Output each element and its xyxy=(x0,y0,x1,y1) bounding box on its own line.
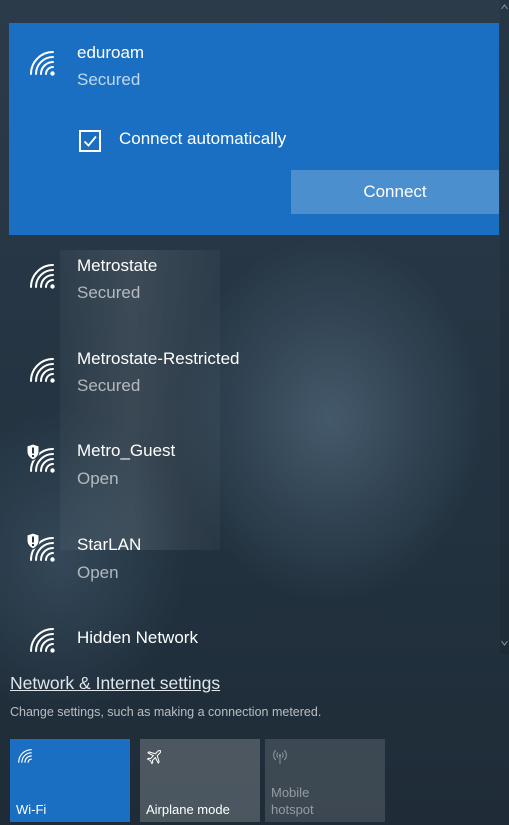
network-status: Secured xyxy=(77,376,141,395)
network-status: Open xyxy=(77,469,119,488)
connect-automatically-label[interactable]: Connect automatically xyxy=(119,129,286,149)
tile-label: Wi-Fi xyxy=(16,802,47,817)
connect-automatically-checkbox[interactable] xyxy=(79,130,101,152)
network-name: Metrostate xyxy=(77,256,158,275)
wifi-icon xyxy=(16,747,34,770)
tile-label: Mobile hotspot xyxy=(271,784,314,818)
scroll-up-arrow-icon[interactable] xyxy=(501,4,508,10)
network-status: Secured xyxy=(77,70,141,89)
network-status: Open xyxy=(77,563,119,582)
hotspot-icon xyxy=(271,747,289,770)
mobile-hotspot-tile[interactable]: Mobile hotspot xyxy=(265,739,385,822)
network-name: Hidden Network xyxy=(77,628,198,647)
connect-button[interactable]: Connect xyxy=(291,170,499,214)
airplane-icon xyxy=(146,747,164,770)
network-status: Secured xyxy=(77,283,141,302)
network-internet-settings-link[interactable]: Network & Internet settings xyxy=(10,673,220,694)
network-name: Metrostate-Restricted xyxy=(77,349,240,368)
network-item-eduroam[interactable]: eduroam Secured Connect automatically Co… xyxy=(9,23,499,235)
network-flyout: eduroam Secured Connect automatically Co… xyxy=(0,0,509,825)
network-name: Metro_Guest xyxy=(77,441,176,460)
network-name: eduroam xyxy=(77,43,145,62)
tile-label-line1: Mobile xyxy=(271,785,310,800)
wifi-icon xyxy=(26,624,58,656)
wifi-secured-icon xyxy=(26,47,58,79)
wifi-open-shield-icon xyxy=(26,444,58,476)
tile-label: Airplane mode xyxy=(146,802,230,817)
wifi-toggle-tile[interactable]: Wi-Fi xyxy=(10,739,130,822)
network-name: StarLAN xyxy=(77,535,142,554)
airplane-mode-tile[interactable]: Airplane mode xyxy=(140,739,260,822)
scroll-down-arrow-icon[interactable] xyxy=(501,640,508,646)
wifi-open-shield-icon xyxy=(26,533,58,565)
tile-label-line2: hotspot xyxy=(271,802,314,817)
wifi-secured-icon xyxy=(26,354,58,386)
wifi-secured-icon xyxy=(26,260,58,292)
scrollbar[interactable] xyxy=(500,0,509,654)
settings-description: Change settings, such as making a connec… xyxy=(10,705,322,719)
